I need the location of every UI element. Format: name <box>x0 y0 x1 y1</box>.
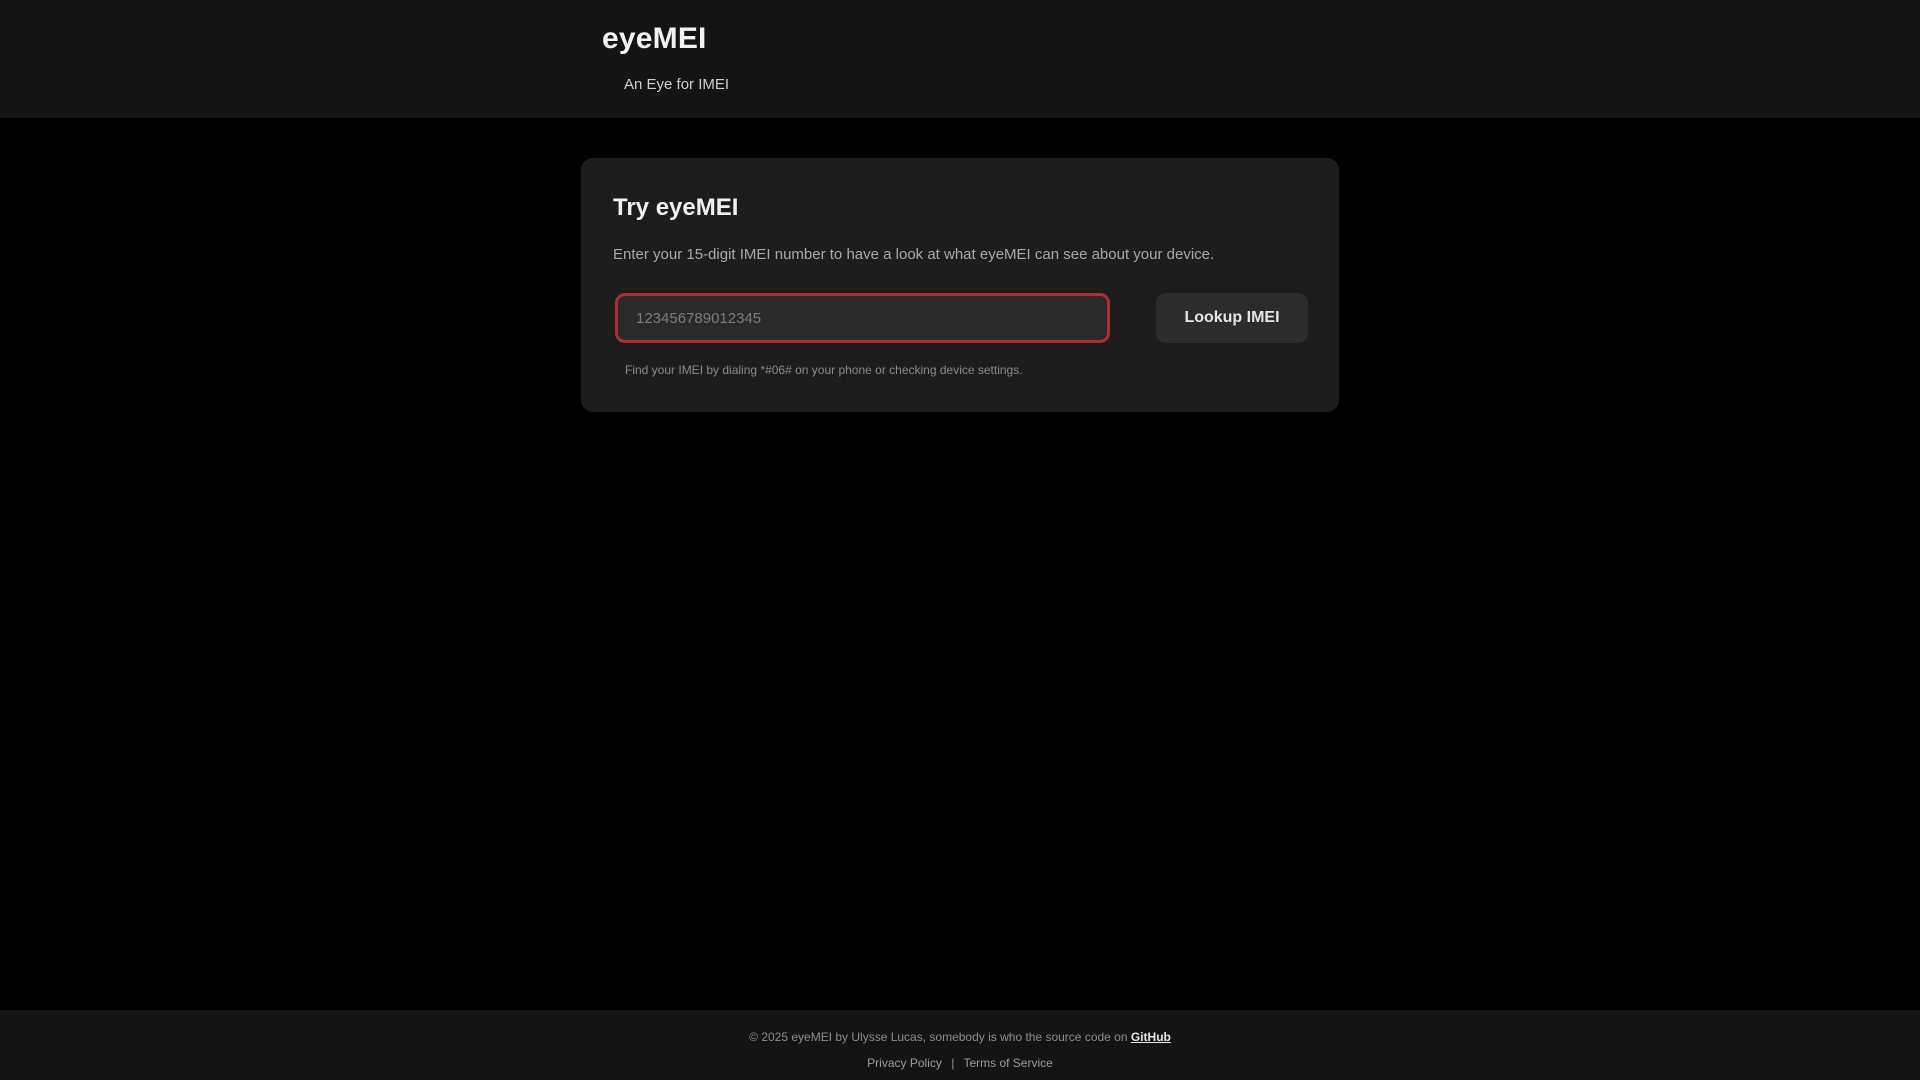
github-link[interactable]: GitHub <box>1131 1030 1171 1044</box>
privacy-policy-link[interactable]: Privacy Policy <box>867 1056 942 1070</box>
card-title: Try eyeMEI <box>613 194 739 221</box>
footer-copyright: © 2025 eyeMEI by Ulysse Lucas, somebody … <box>0 1030 1920 1044</box>
site-footer: © 2025 eyeMEI by Ulysse Lucas, somebody … <box>0 1010 1920 1080</box>
footer-links: Privacy Policy | Terms of Service <box>0 1056 1920 1070</box>
brand-title[interactable]: eyeMEI <box>602 22 707 56</box>
card-description: Enter your 15-digit IMEI number to have … <box>613 246 1215 263</box>
lookup-card: Try eyeMEI Enter your 15-digit IMEI numb… <box>581 158 1339 412</box>
footer-copyright-text: © 2025 eyeMEI by Ulysse Lucas, somebody … <box>749 1030 1128 1044</box>
input-hint: Find your IMEI by dialing *#06# on your … <box>625 363 1023 377</box>
imei-input[interactable] <box>615 293 1110 343</box>
site-header: eyeMEI An Eye for IMEI <box>0 0 1920 118</box>
footer-separator: | <box>951 1056 955 1070</box>
brand-tagline: An Eye for IMEI <box>624 76 730 93</box>
terms-of-service-link[interactable]: Terms of Service <box>963 1056 1052 1070</box>
lookup-imei-button[interactable]: Lookup IMEI <box>1156 293 1308 343</box>
